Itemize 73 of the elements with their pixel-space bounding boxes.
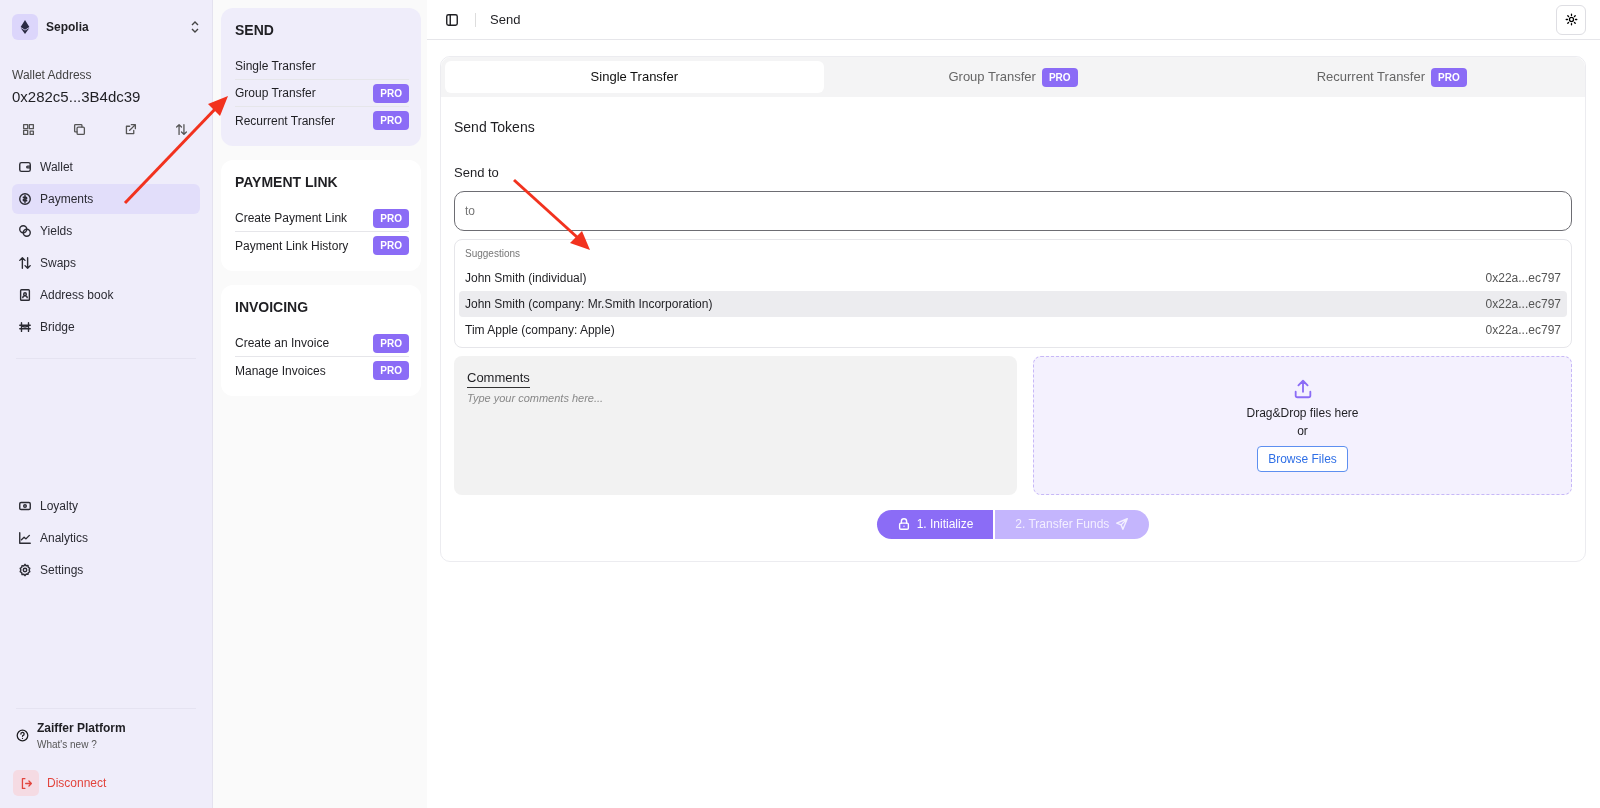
qr-code-icon [22,122,35,136]
nav-item[interactable]: Wallet [12,151,200,182]
sun-icon [1564,13,1578,26]
suggestion-item[interactable]: John Smith (individual) 0x22a...ec797 [459,264,1567,291]
menu-link[interactable]: Create Payment Link [235,209,348,227]
network-selector[interactable]: Sepolia [12,14,200,40]
section-title: SEND [235,21,275,40]
settings-icon [18,562,32,577]
suggestions-heading: Suggestions [464,246,522,261]
step-button[interactable]: 1. Initialize [876,509,994,539]
disconnect-icon-button[interactable] [13,770,39,796]
field-label: Send to [454,164,500,182]
pro-label: PRO [373,236,409,255]
wallet-address: 0x282c5...3B4dc39 [12,87,142,107]
nav-item[interactable]: Yields [12,215,200,246]
nav-item[interactable]: Address book [12,279,200,310]
paper-plane-icon [1115,517,1130,531]
contact-book-icon [18,287,32,302]
nav-item[interactable]: Swaps [12,247,200,278]
copy-button[interactable] [73,122,86,136]
bridge-icon [18,319,32,334]
section-title: INVOICING [235,298,310,317]
dropzone-text: or [1297,423,1308,440]
theme-toggle-button[interactable] [1556,4,1586,35]
pro-label: PRO [373,361,409,380]
menu-link[interactable]: Single Transfer [235,57,316,75]
help-icon [16,729,29,742]
ethereum-icon [20,20,30,34]
lock-icon [896,517,911,531]
line-chart-icon [18,530,32,545]
menu-link[interactable]: Manage Invoices [235,361,326,380]
recipient-field[interactable]: to [454,190,1572,231]
suggestion-item[interactable]: Tim Apple (company: Apple) 0x22a...ec797 [459,316,1567,343]
qr-code-button[interactable] [22,122,35,136]
external-link-button[interactable] [124,122,137,136]
browse-files-button[interactable]: Browse Files [1257,446,1348,472]
transfer-tab[interactable]: Group Transfer PRO [823,61,1203,93]
dropzone-text: Drag&Drop files here [1246,405,1359,422]
pro-label: PRO [373,333,409,353]
external-link-icon [124,122,137,136]
logout-icon [19,776,33,790]
wallet-icon [18,159,32,174]
menu-link[interactable]: Recurrent Transfer [235,111,336,130]
wallet-address-label: Wallet Address [12,67,93,84]
disconnect-link[interactable]: Disconnect [47,774,107,792]
sidebar-toggle-icon [445,12,459,27]
copy-icon [73,122,86,136]
nav-item[interactable]: Settings [12,554,200,585]
swap-arrows-button[interactable] [175,122,188,136]
menu-link[interactable]: Group Transfer [235,84,316,102]
platform-title: Zaiffer Platform [37,720,126,737]
page-title: Send [490,10,521,29]
swap-arrows-icon [18,255,32,270]
nav-item[interactable]: Payments [12,183,200,214]
menu-link[interactable]: Create an Invoice [235,334,330,352]
swap-arrows-icon [175,122,188,136]
pro-label: PRO [373,111,409,130]
chevron-up-down-icon [190,20,200,34]
nav-item[interactable]: Analytics [12,522,200,553]
whats-new-link[interactable]: What's new ? [37,737,126,752]
nav-item[interactable]: Loyalty [12,490,200,521]
nav-item[interactable]: Bridge [12,311,200,342]
suggestion-item[interactable]: John Smith (company: Mr.Smith Incorporation) 0x22a...ec797 [459,290,1567,317]
transfer-tab[interactable]: Single Transfer [445,61,824,93]
transfer-tab[interactable]: Recurrent Transfer PRO [1202,61,1581,93]
coin-icon [18,191,32,206]
menu-link[interactable]: Payment Link History [235,236,349,255]
pro-label: PRO [373,83,409,103]
coins-icon [18,223,32,238]
form-title: Send Tokens [454,118,536,137]
comments-field[interactable]: Comments Type your comments here... [454,355,1017,495]
section-title: PAYMENT LINK [235,173,339,192]
pro-label: PRO [373,208,409,228]
